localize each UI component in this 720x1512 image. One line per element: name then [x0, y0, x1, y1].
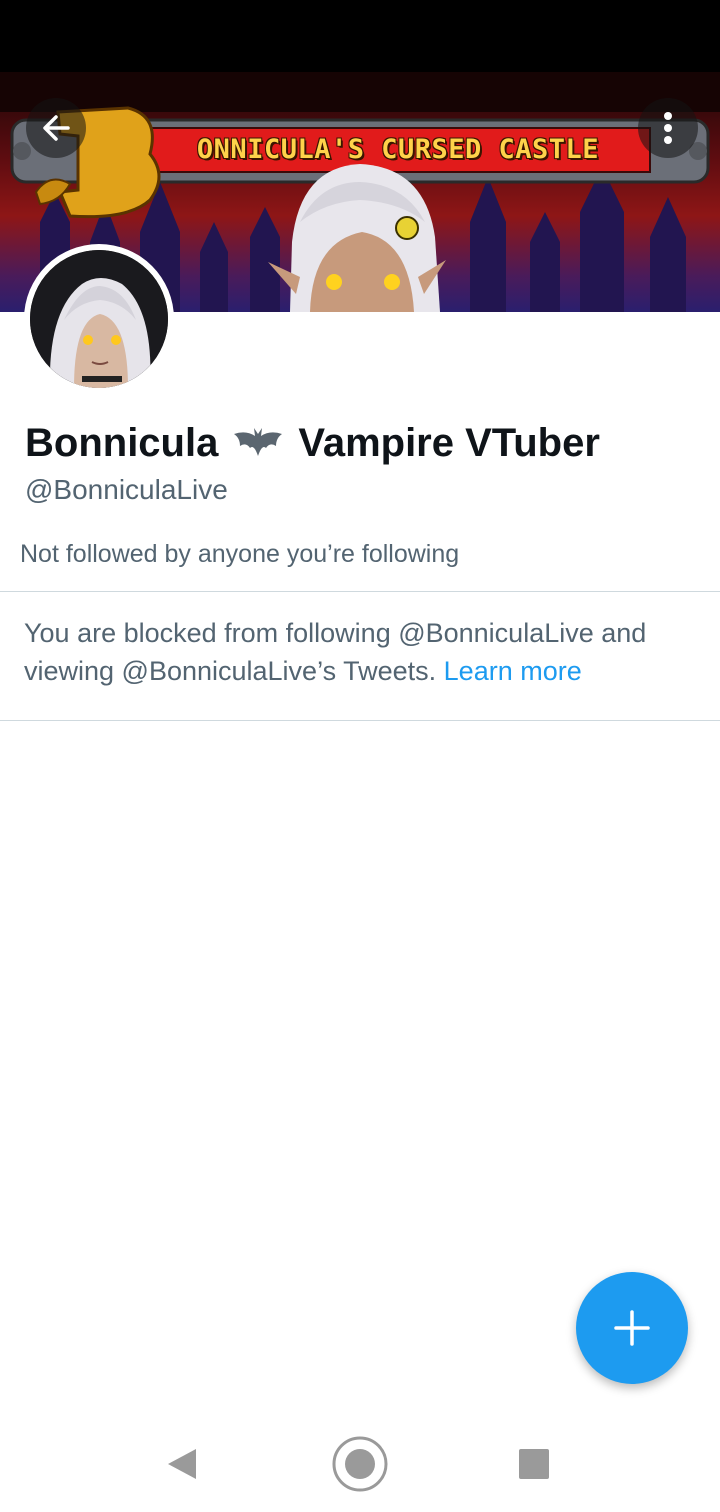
circle-home-icon — [332, 1436, 388, 1492]
system-navigation-bar — [0, 1416, 720, 1512]
avatar-image — [30, 250, 168, 388]
divider — [0, 591, 720, 592]
compose-tweet-button[interactable] — [576, 1272, 688, 1384]
triangle-back-icon — [168, 1449, 196, 1479]
display-name-text: Bonnicula — [25, 421, 219, 465]
arrow-left-icon — [43, 115, 70, 141]
profile-avatar[interactable] — [24, 244, 174, 394]
square-recents-icon — [519, 1449, 549, 1479]
plus-icon — [614, 1310, 650, 1346]
display-name: Bonnicula Vampire VTuber — [25, 414, 600, 472]
nav-home-button[interactable] — [328, 1416, 392, 1512]
divider — [0, 720, 720, 721]
status-bar — [0, 0, 720, 72]
back-button[interactable] — [26, 98, 86, 158]
more-options-button[interactable] — [638, 98, 698, 158]
nav-recents-button[interactable] — [502, 1416, 566, 1512]
nav-back-button[interactable] — [150, 1416, 214, 1512]
followed-by-text: Not followed by anyone you’re following — [20, 540, 460, 568]
display-name-suffix: Vampire VTuber — [298, 421, 600, 465]
blocked-notice: You are blocked from following @Bonnicul… — [24, 614, 704, 690]
bat-icon — [234, 428, 283, 456]
learn-more-link[interactable]: Learn more — [444, 656, 582, 686]
banner-title: ONNICULA'S CURSED CASTLE — [196, 133, 600, 165]
more-vertical-icon — [664, 112, 672, 144]
profile-handle: @BonniculaLive — [25, 474, 228, 505]
